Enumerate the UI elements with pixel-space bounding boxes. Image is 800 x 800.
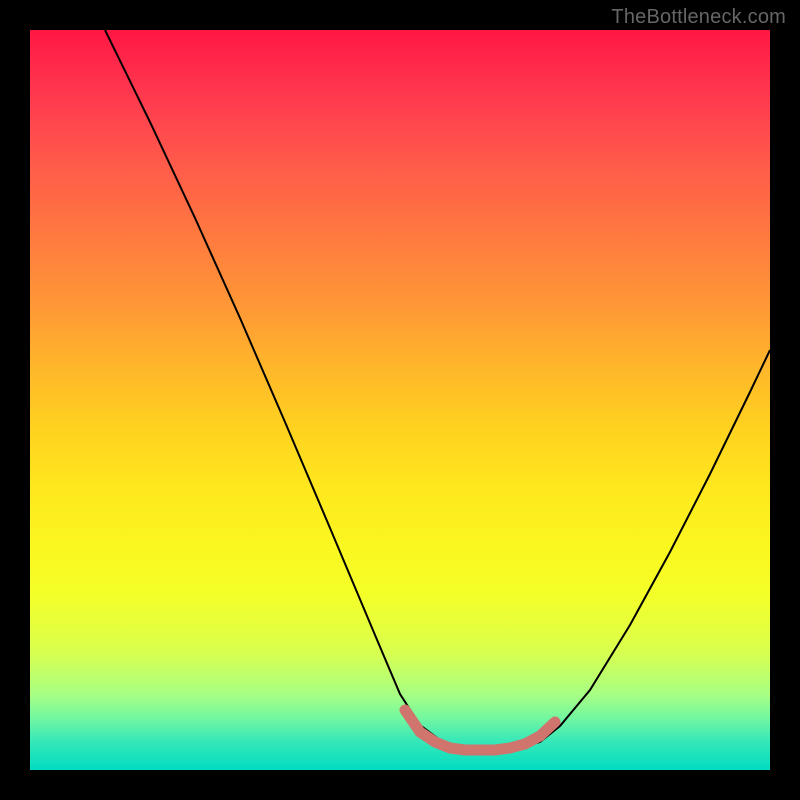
curve-svg xyxy=(30,30,770,770)
plot-area xyxy=(30,30,770,770)
watermark-text: TheBottleneck.com xyxy=(611,6,786,29)
chart-container: TheBottleneck.com xyxy=(0,0,800,800)
curve-line xyxy=(105,30,770,750)
